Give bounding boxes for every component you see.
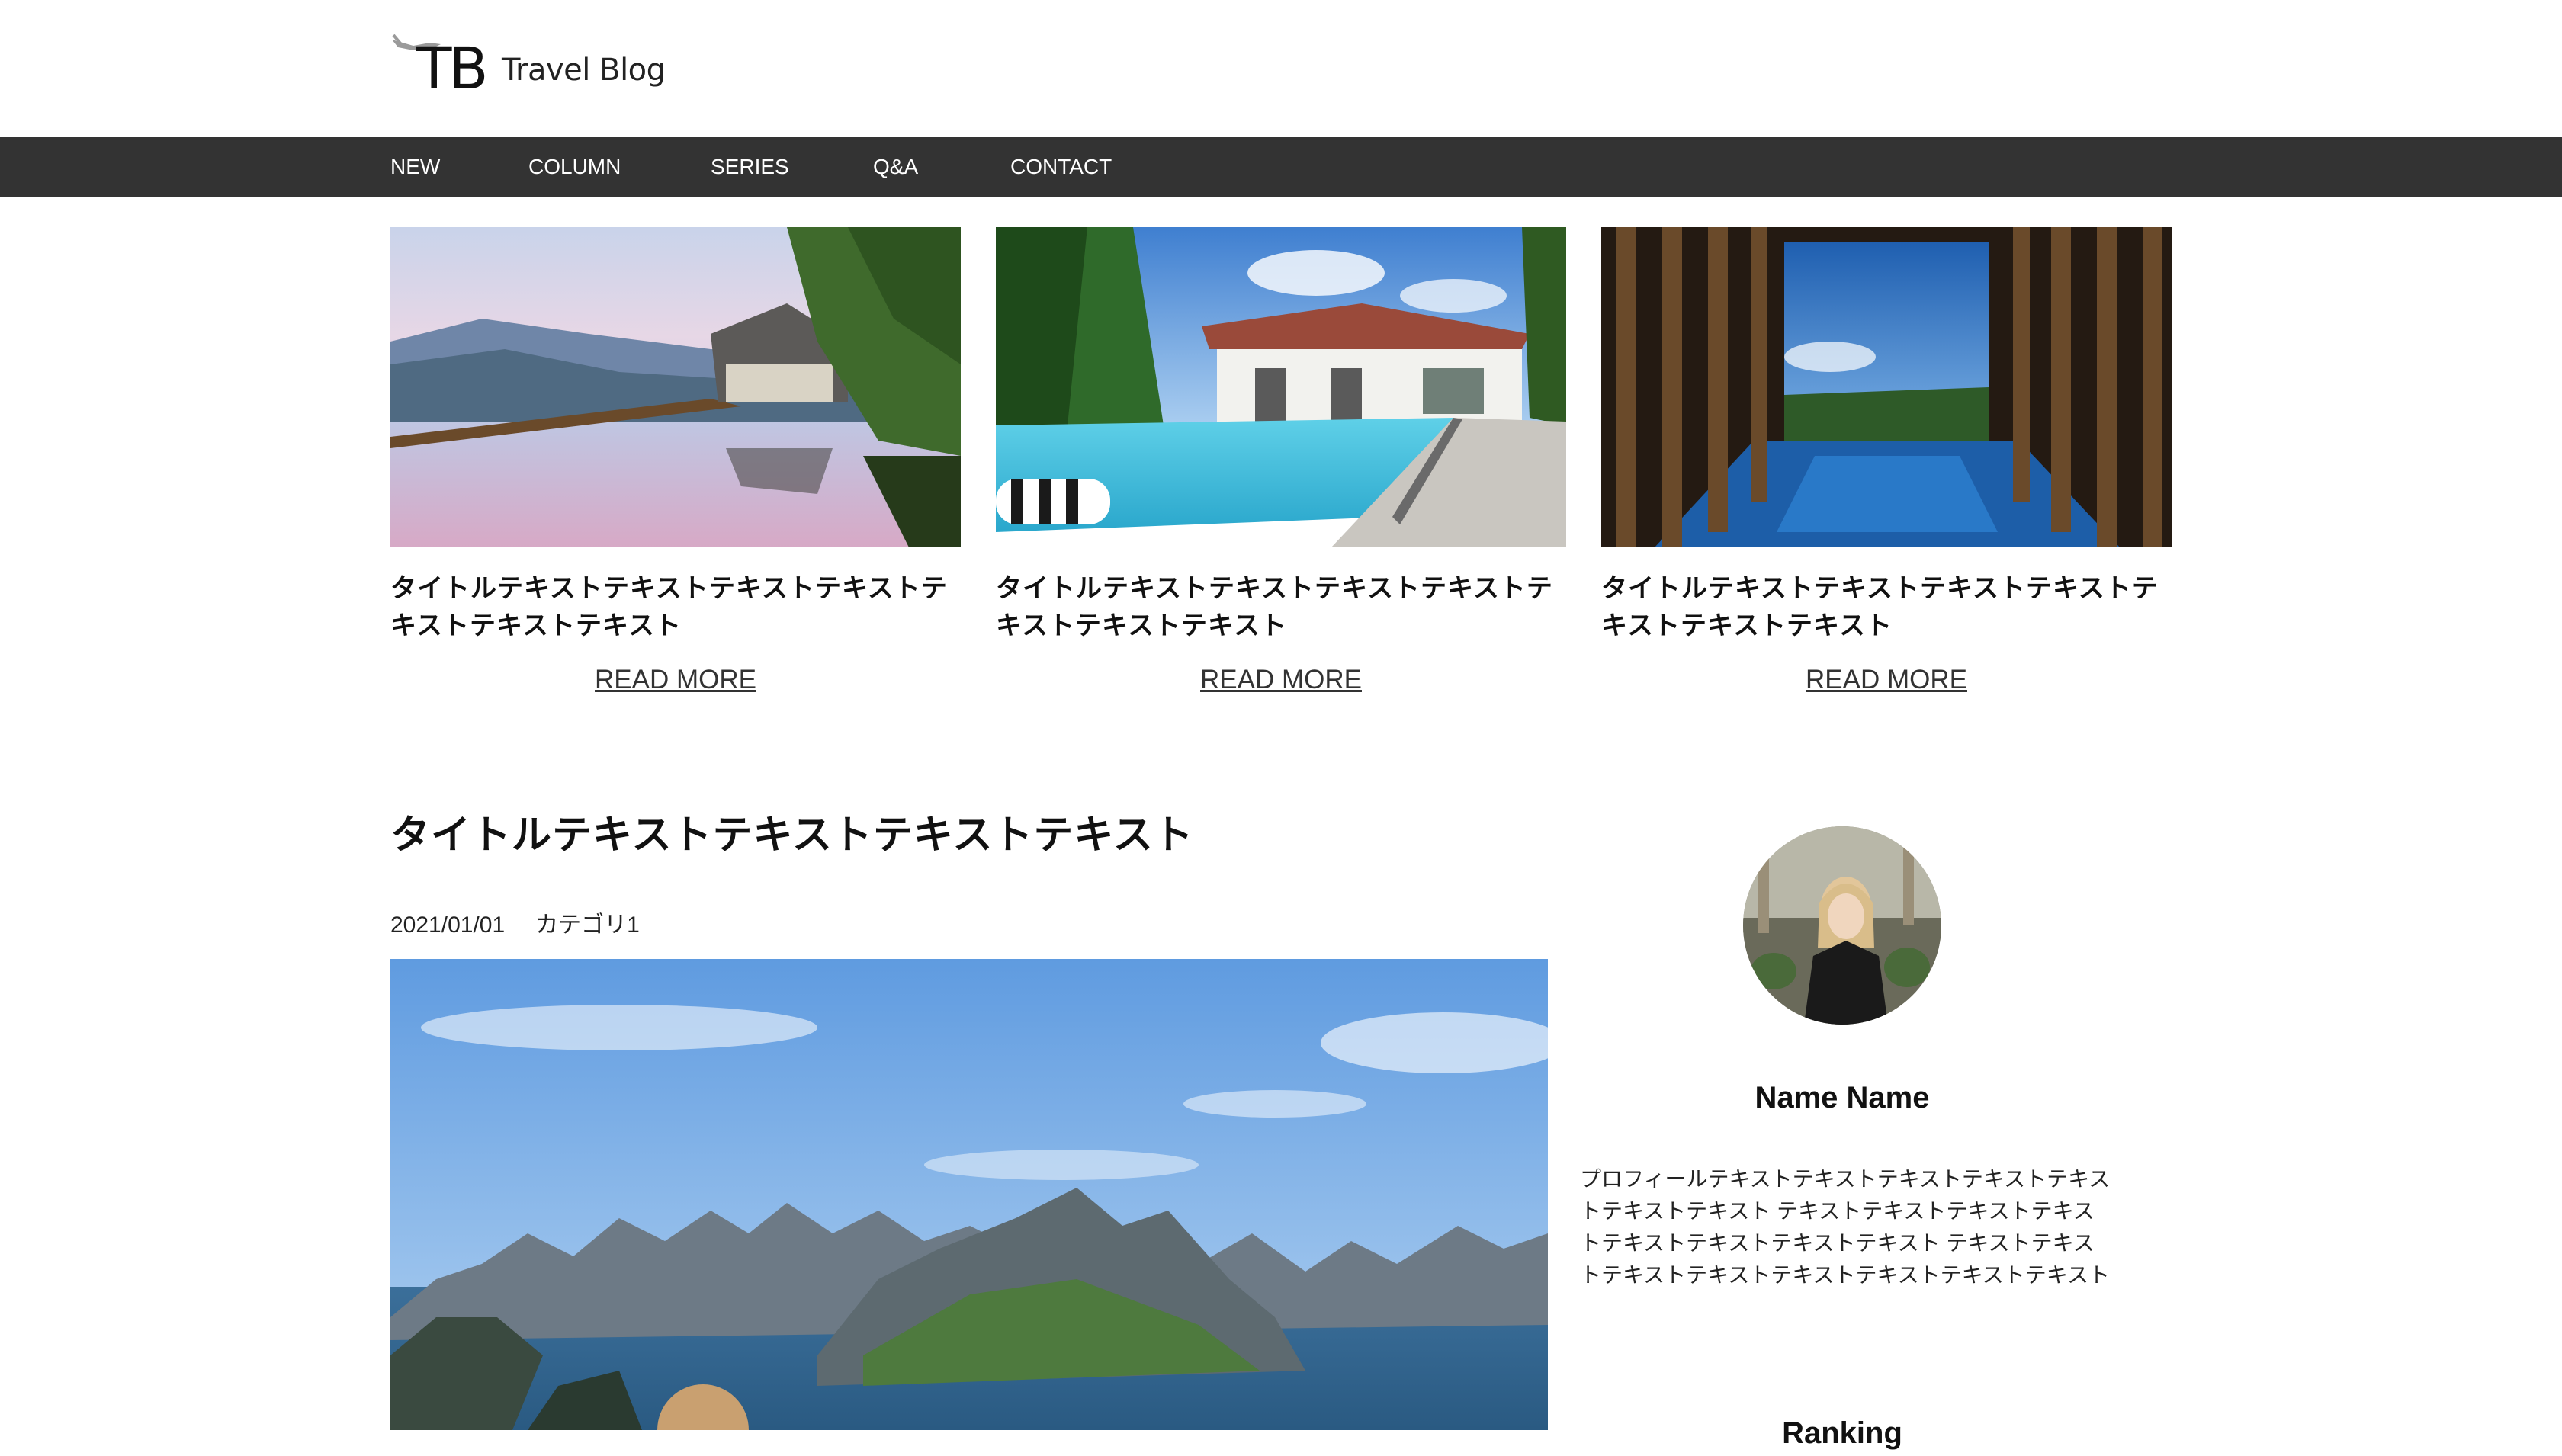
nav-item-new[interactable]: NEW — [390, 137, 440, 197]
nav-item-contact[interactable]: CONTACT — [1010, 137, 1112, 197]
article-category[interactable]: カテゴリ1 — [535, 912, 640, 938]
article-hero-image — [390, 959, 1548, 1430]
site-header: TB Travel Blog — [0, 0, 2562, 137]
profile-text: プロフィールテキストテキストテキストテキストテキストテキストテキスト テキストテ… — [1580, 1167, 2111, 1287]
nav-item-qa[interactable]: Q&A — [873, 137, 918, 197]
article-date: 2021/01/01 — [390, 912, 506, 938]
nav-item-column[interactable]: COLUMN — [528, 137, 621, 197]
article-title: タイトルテキストテキストテキストテキスト — [390, 813, 1194, 858]
read-more-link[interactable]: READ MORE — [1601, 663, 2172, 697]
card-image[interactable] — [1601, 227, 2172, 547]
card-title[interactable]: タイトルテキストテキストテキストテキストテキストテキストテキスト — [996, 570, 1566, 645]
logo-text: Travel Blog — [502, 53, 666, 88]
sidebar-ranking-heading: Ranking — [1782, 1416, 1902, 1450]
card-title[interactable]: タイトルテキストテキストテキストテキストテキストテキストテキスト — [1601, 570, 2172, 645]
article-card: タイトルテキストテキストテキストテキストテキストテキストテキスト READ MO… — [996, 227, 1566, 697]
global-nav: NEW COLUMN SERIES Q&A CONTACT — [0, 137, 2562, 197]
profile-name: Name Name — [1755, 1081, 1930, 1114]
card-image[interactable] — [996, 227, 1566, 547]
read-more-link[interactable]: READ MORE — [390, 663, 961, 697]
card-image[interactable] — [390, 227, 961, 547]
profile-avatar — [1743, 826, 1941, 1025]
article-card: タイトルテキストテキストテキストテキストテキストテキストテキスト READ MO… — [1601, 227, 2172, 697]
logo-mark: TB — [416, 34, 489, 102]
nav-item-series[interactable]: SERIES — [711, 137, 789, 197]
site-logo[interactable]: TB Travel Blog — [390, 26, 711, 102]
article-meta: 2021/01/01 カテゴリ1 — [390, 909, 640, 942]
read-more-link[interactable]: READ MORE — [996, 663, 1566, 697]
card-title[interactable]: タイトルテキストテキストテキストテキストテキストテキストテキスト — [390, 570, 961, 645]
article-card: タイトルテキストテキストテキストテキストテキストテキストテキスト READ MO… — [390, 227, 961, 697]
